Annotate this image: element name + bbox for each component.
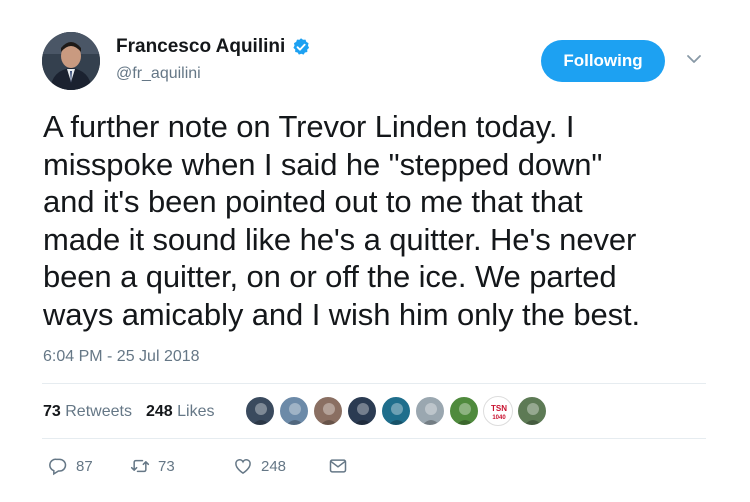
liker-avatar-1[interactable] [245,396,275,426]
author-name-text[interactable]: Francesco Aquilini [116,36,285,58]
liker-avatars: TSN 1040 [245,396,551,426]
retweets-label: Retweets [65,403,132,420]
likes-count: 248 [145,403,173,420]
like-count: 248 [261,457,287,475]
tweet-timestamp[interactable]: 6:04 PM - 25 Jul 2018 [43,348,200,366]
author-name[interactable]: Francesco Aquilini [116,36,311,58]
liker-avatar-5[interactable] [381,396,411,426]
reply-count: 87 [76,457,93,475]
tweet-actions: 87 73 248 [48,456,348,476]
tweet-line: made it sound like he's a quitter. He's … [43,221,637,257]
heart-icon [235,459,251,474]
divider [42,438,706,439]
liker-avatar-4[interactable] [347,396,377,426]
direct-message-button[interactable] [328,456,348,476]
svg-text:TSN: TSN [491,404,507,413]
tweet-text: A further note on Trevor Linden today. I… [43,108,723,333]
liker-avatar-tsn[interactable]: TSN 1040 [483,396,513,426]
tweet-line: A further note on Trevor Linden today. I [43,109,575,144]
liker-avatar-3[interactable] [313,396,343,426]
liker-avatar-7[interactable] [449,396,479,426]
author-handle[interactable]: @fr_aquilini [116,65,201,83]
retweet-icon [130,459,150,473]
tweet-line: misspoke when I said he "stepped down" [43,146,603,182]
like-button[interactable]: 248 [233,456,328,476]
retweets-count: 73 [43,403,61,420]
author-avatar[interactable] [42,32,100,90]
retweet-button[interactable]: 73 [130,456,233,476]
reply-button[interactable]: 87 [48,456,130,476]
following-button[interactable]: Following [541,40,665,82]
verified-badge-icon [293,38,310,55]
tweet-line: been a quitter, on or off the ice. We pa… [43,259,617,294]
reply-icon [49,458,67,476]
retweets-stat[interactable]: 73 Retweets [43,403,132,421]
liker-avatar-6[interactable] [415,396,445,426]
retweet-count: 73 [158,457,175,475]
liker-avatar-9[interactable] [517,396,547,426]
likes-label: Likes [177,403,215,420]
envelope-icon [329,459,347,473]
tweet-line: ways amicably and I wish him only the be… [43,296,641,332]
divider [42,383,706,384]
tweet-line: and it's been pointed out to me that tha… [43,184,583,219]
svg-text:1040: 1040 [492,415,506,421]
liker-avatar-2[interactable] [279,396,309,426]
likes-stat[interactable]: 248 Likes [146,403,215,421]
chevron-down-icon[interactable] [686,53,702,65]
tweet-stats: 73 Retweets 248 Likes [43,403,214,421]
